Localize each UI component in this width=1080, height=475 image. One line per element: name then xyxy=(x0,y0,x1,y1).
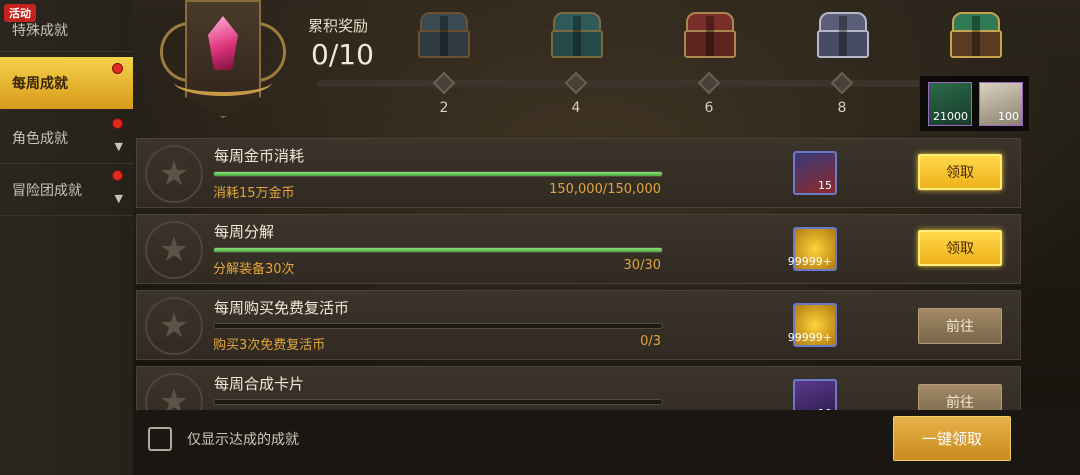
green-gem-icon[interactable]: 21000 xyxy=(928,82,972,126)
reward-count: 21000 xyxy=(933,110,968,123)
chest-reward-popup: 21000 100 xyxy=(919,75,1030,132)
star-badge-icon: ★ xyxy=(145,221,203,279)
milestone-label: 4 xyxy=(571,100,581,116)
red-dot-icon xyxy=(112,63,123,74)
milestone-label: 6 xyxy=(704,100,714,116)
milestone-label: 8 xyxy=(837,100,847,116)
ticket-icon[interactable]: 100 xyxy=(979,82,1023,126)
chevron-down-icon: ▼ xyxy=(114,140,123,153)
achievement-title: 每周合成卡片 xyxy=(214,375,305,393)
achievement-title: 每周购买免费复活币 xyxy=(214,299,350,317)
claim-all-button[interactable]: 一键领取 xyxy=(893,416,1011,461)
event-tag: 活动 xyxy=(4,4,36,22)
sidebar-item-label: 角色成就 xyxy=(12,130,68,147)
gold-coins-icon[interactable]: 99999+ xyxy=(788,303,837,347)
red-dot-icon xyxy=(112,170,123,181)
achievement-progress-bar xyxy=(213,399,663,405)
chest-icon[interactable] xyxy=(549,12,605,60)
reward-count: 99999+ xyxy=(787,255,832,268)
claim-button[interactable]: 领取 xyxy=(918,230,1002,266)
achievement-progress-bar xyxy=(213,171,663,177)
cumulative-reward-value: 0/10 xyxy=(311,38,374,71)
milestone-label: 2 xyxy=(439,100,449,116)
star-badge-icon: ★ xyxy=(145,145,203,203)
reward-count: 99999+ xyxy=(787,331,832,344)
achievement-row: ★ 每周金币消耗 消耗15万金币 150,000/150,000 15 领取 xyxy=(136,138,1021,208)
weekly-emblem xyxy=(140,0,305,128)
cumulative-reward-label: 累积奖励 xyxy=(308,17,369,35)
sidebar-item-label: 每周成就 xyxy=(12,76,68,92)
sidebar-item-weekly[interactable]: 每周成就 xyxy=(0,57,133,109)
sidebar-item-label: 特殊成就 xyxy=(12,22,68,39)
achievement-sidebar: 特殊成就 每周成就 角色成就 ▼ 冒险团成就 ▼ 活动 xyxy=(0,0,133,475)
achievement-count: 30/30 xyxy=(623,258,661,273)
chevron-down-icon: ▼ xyxy=(114,192,123,205)
show-completed-label: 仅显示达成的成就 xyxy=(187,432,299,448)
star-badge-icon: ★ xyxy=(145,297,203,355)
achievement-title: 每周分解 xyxy=(214,223,275,241)
achievement-row: ★ 每周购买免费复活币 购买3次免费复活币 0/3 99999+ 前往 xyxy=(136,290,1021,360)
go-button[interactable]: 前往 xyxy=(918,308,1002,344)
red-dot-icon xyxy=(112,118,123,129)
chest-icon[interactable] xyxy=(815,12,871,60)
sidebar-item-character[interactable]: 角色成就 ▼ xyxy=(0,112,133,164)
chest-icon[interactable] xyxy=(948,12,1004,60)
achievement-title: 每周金币消耗 xyxy=(214,147,305,165)
show-completed-checkbox[interactable] xyxy=(148,427,172,451)
laurel-icon xyxy=(174,68,272,96)
sidebar-item-label: 冒险团成就 xyxy=(12,182,82,199)
gold-coins-icon[interactable]: 99999+ xyxy=(788,227,837,271)
achievement-progress-bar xyxy=(213,247,663,253)
chest-icon[interactable] xyxy=(416,12,472,60)
achievement-progress-bar xyxy=(213,323,663,329)
claim-button[interactable]: 领取 xyxy=(918,154,1002,190)
reward-count: 100 xyxy=(998,110,1019,123)
achievement-count: 0/3 xyxy=(640,334,661,349)
feather-pouch-icon[interactable]: 15 xyxy=(793,151,837,195)
achievement-row: ★ 每周分解 分解装备30次 30/30 99999+ 领取 xyxy=(136,214,1021,284)
reward-count: 15 xyxy=(818,179,832,192)
sidebar-item-adventure-team[interactable]: 冒险团成就 ▼ xyxy=(0,164,133,216)
chest-icon[interactable] xyxy=(682,12,738,60)
achievement-desc: 消耗15万金币 xyxy=(213,186,295,201)
achievement-desc: 分解装备30次 xyxy=(213,262,295,277)
achievement-desc: 购买3次免费复活币 xyxy=(213,338,326,353)
achievement-count: 150,000/150,000 xyxy=(549,182,661,197)
